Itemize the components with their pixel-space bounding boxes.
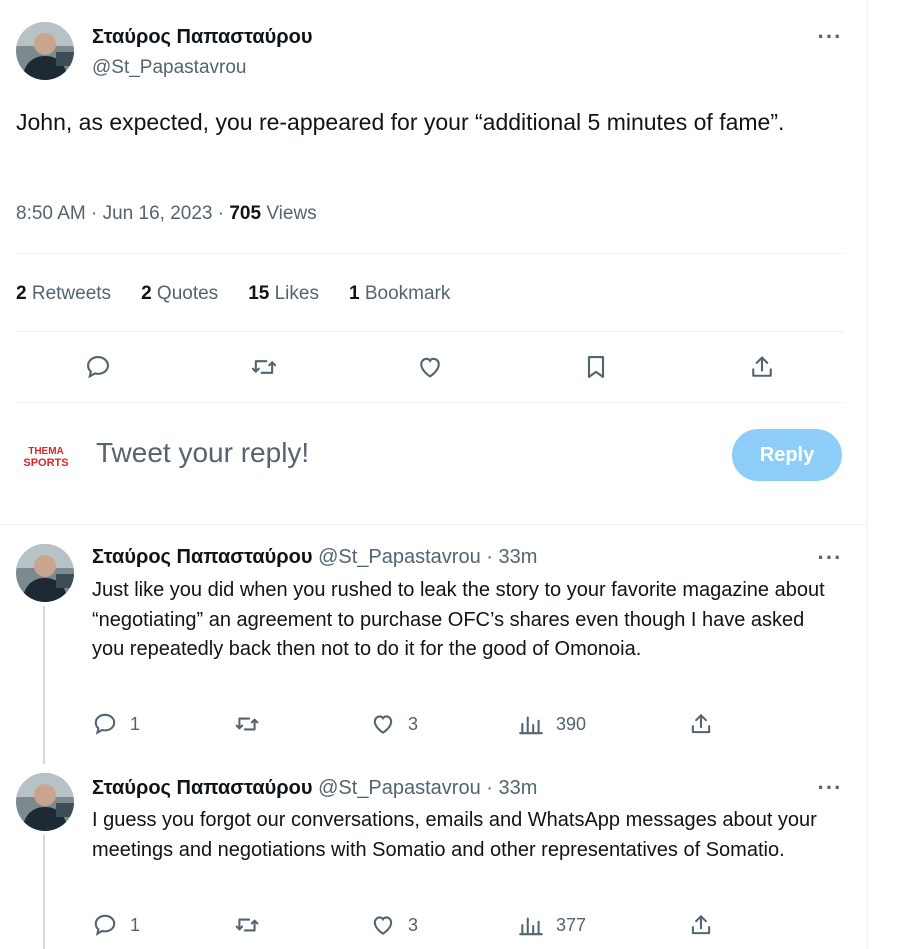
quotes-label: Quotes bbox=[151, 283, 219, 304]
reply-author-name[interactable]: Σταύρος Παπασταύρου bbox=[92, 777, 313, 799]
like-icon bbox=[373, 715, 393, 734]
avatar-image bbox=[16, 22, 74, 80]
section-divider bbox=[0, 524, 868, 525]
views-action[interactable]: 390 bbox=[518, 711, 586, 737]
reply-icon bbox=[94, 713, 116, 735]
more-options-icon[interactable]: ··· bbox=[816, 777, 844, 803]
retweet-icon bbox=[235, 717, 259, 731]
reply-count: 1 bbox=[130, 914, 141, 935]
more-options-icon[interactable]: ··· bbox=[816, 547, 844, 573]
like-action[interactable]: 3 bbox=[370, 711, 418, 737]
bookmark-icon[interactable] bbox=[579, 350, 613, 384]
avatar[interactable] bbox=[16, 773, 74, 831]
divider bbox=[16, 253, 844, 254]
reply-meta[interactable]: @St_Papastavrou · 33m bbox=[313, 546, 537, 568]
likes-label: Likes bbox=[269, 283, 319, 304]
more-options-icon[interactable]: ··· bbox=[816, 26, 844, 52]
likes-stat[interactable]: 15 Likes bbox=[248, 283, 319, 305]
reply-count: 1 bbox=[130, 713, 141, 734]
share-icon[interactable] bbox=[745, 350, 779, 384]
views-action[interactable]: 377 bbox=[518, 912, 586, 938]
views-count: 377 bbox=[556, 914, 587, 935]
retweet-action[interactable] bbox=[234, 711, 260, 737]
bookmarks-count: 1 bbox=[348, 283, 360, 304]
quotes-stat[interactable]: 2 Quotes bbox=[141, 283, 218, 305]
reply-meta[interactable]: @St_Papastavrou · 33m bbox=[313, 777, 537, 799]
retweet-icon bbox=[235, 918, 259, 932]
divider bbox=[16, 331, 844, 332]
tweet-timestamp[interactable]: 8:50 AM · Jun 16, 2023 · bbox=[16, 203, 229, 224]
share-icon bbox=[691, 714, 711, 734]
like-count: 3 bbox=[408, 713, 419, 734]
divider bbox=[16, 402, 844, 403]
logo-line1: THEMA bbox=[28, 446, 64, 457]
thread-line bbox=[43, 835, 45, 949]
quotes-count: 2 bbox=[141, 283, 152, 304]
tweet-meta: 8:50 AM · Jun 16, 2023 · 705 Views bbox=[16, 203, 317, 225]
composer-avatar-logo[interactable]: THEMA SPORTS bbox=[18, 443, 74, 469]
bookmarks-stat[interactable]: 1 Bookmark bbox=[349, 283, 450, 305]
views-icon bbox=[519, 716, 543, 735]
likes-count: 15 bbox=[248, 283, 270, 304]
views-count: 390 bbox=[556, 713, 587, 734]
reply-text: Just like you did when you rushed to lea… bbox=[92, 579, 825, 660]
reply-text: I guess you forgot our conversations, em… bbox=[92, 809, 817, 861]
avatar[interactable] bbox=[16, 22, 74, 80]
author-handle[interactable]: @St_Papastavrou bbox=[92, 57, 247, 79]
timeline-column: Σταύρος Παπασταύρου @St_Papastavrou ··· … bbox=[0, 0, 868, 949]
tweet-text: John, as expected, you re-appeared for y… bbox=[16, 109, 785, 135]
reply-icon[interactable] bbox=[81, 350, 115, 384]
author-name[interactable]: Σταύρος Παπασταύρου bbox=[92, 26, 313, 49]
retweets-label: Retweets bbox=[26, 283, 112, 304]
share-action[interactable] bbox=[688, 711, 714, 737]
reply-input[interactable]: Tweet your reply! bbox=[96, 437, 309, 469]
share-action[interactable] bbox=[688, 912, 714, 938]
reply-header: Σταύρος Παπασταύρου @St_Papastavrou · 33… bbox=[92, 777, 537, 800]
reply-header: Σταύρος Παπασταύρου @St_Papastavrou · 33… bbox=[92, 546, 537, 569]
logo-line2: SPORTS bbox=[23, 457, 68, 469]
views-label: Views bbox=[261, 203, 317, 224]
reply-button[interactable]: Reply bbox=[732, 429, 842, 481]
reply-action[interactable]: 1 bbox=[92, 912, 140, 938]
thread-line bbox=[43, 606, 45, 764]
like-icon bbox=[373, 916, 393, 935]
bookmarks-label: Bookmark bbox=[359, 283, 451, 304]
like-action[interactable]: 3 bbox=[370, 912, 418, 938]
retweet-action[interactable] bbox=[234, 912, 260, 938]
share-icon bbox=[691, 915, 711, 935]
avatar[interactable] bbox=[16, 544, 74, 602]
reply-author-name[interactable]: Σταύρος Παπασταύρου bbox=[92, 546, 313, 568]
like-count: 3 bbox=[408, 914, 419, 935]
reply-icon bbox=[94, 914, 116, 936]
retweets-stat[interactable]: 2 Retweets bbox=[16, 283, 111, 305]
views-count: 705 bbox=[229, 203, 262, 224]
tweet-stats: 2 Retweets 2 Quotes 15 Likes 1 Bookmark bbox=[16, 283, 480, 305]
reply-action[interactable]: 1 bbox=[92, 711, 140, 737]
views-icon bbox=[519, 917, 543, 936]
retweet-icon[interactable] bbox=[247, 350, 281, 384]
like-icon[interactable] bbox=[413, 350, 447, 384]
retweets-count: 2 bbox=[16, 283, 27, 304]
